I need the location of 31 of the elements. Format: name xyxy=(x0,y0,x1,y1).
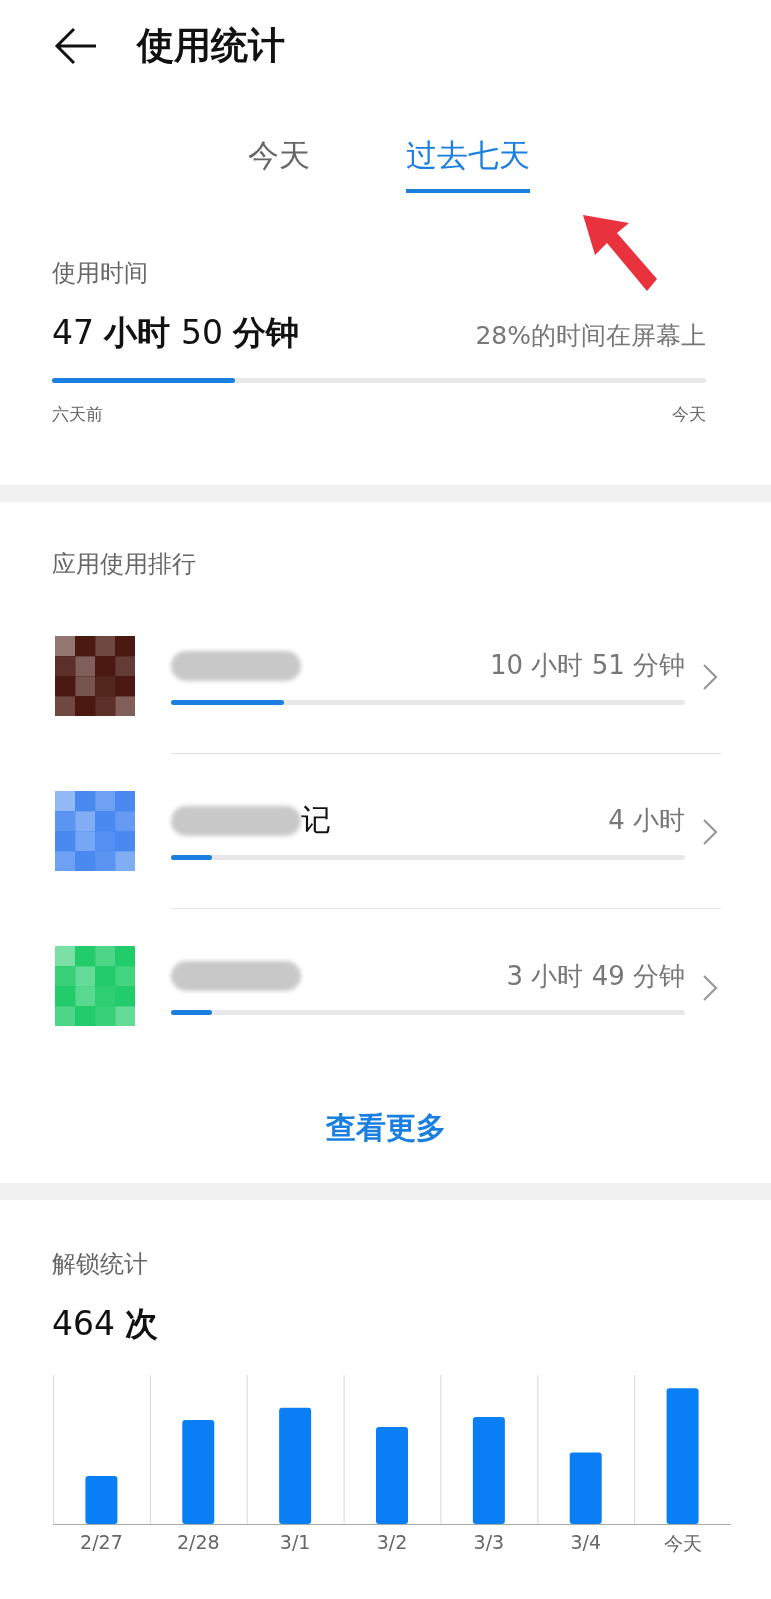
range-start-label: 六天前 xyxy=(52,403,103,426)
app-icon[interactable] xyxy=(55,635,135,716)
day-label: 3/3 xyxy=(472,1531,506,1555)
chevron-right-icon[interactable] xyxy=(702,973,718,1002)
section-heading: 使用时间 xyxy=(52,258,149,289)
unlock-count: 464 次 xyxy=(52,1303,160,1345)
chevron-right-icon[interactable] xyxy=(702,818,718,846)
page-title: 使用统计 xyxy=(137,23,285,69)
day-label: 2/28 xyxy=(175,1531,221,1555)
unlock-bar xyxy=(569,1452,602,1524)
view-more-link[interactable]: 查看更多 xyxy=(319,1107,452,1150)
chevron-right-icon[interactable] xyxy=(702,663,718,691)
section-heading: 应用使用排行 xyxy=(52,549,197,580)
section-heading: 解锁统计 xyxy=(52,1249,149,1280)
usage-duration: 10 小时 51 分钟 xyxy=(490,649,685,682)
app-name: 记 xyxy=(301,801,331,839)
period-tab[interactable]: 今天 xyxy=(247,135,310,193)
day-label: 3/2 xyxy=(375,1531,409,1555)
back-arrow-icon[interactable] xyxy=(54,26,98,66)
app-icon[interactable] xyxy=(55,790,135,871)
usage-duration: 3 小时 49 分钟 xyxy=(506,959,685,993)
day-label: 3/1 xyxy=(278,1531,312,1555)
total-usage-time: 47 小时 50 分钟 xyxy=(52,312,300,354)
unlock-bar xyxy=(85,1476,118,1524)
usage-duration: 4 小时 xyxy=(608,804,685,837)
period-tab[interactable]: 过去七天 xyxy=(405,135,530,193)
range-end-label: 今天 xyxy=(672,403,706,426)
screen-time-share: 28%的时间在屏幕上 xyxy=(475,320,706,352)
day-label: 3/4 xyxy=(569,1531,602,1555)
day-label: 2/27 xyxy=(79,1531,124,1555)
day-label: 今天 xyxy=(662,1531,703,1556)
